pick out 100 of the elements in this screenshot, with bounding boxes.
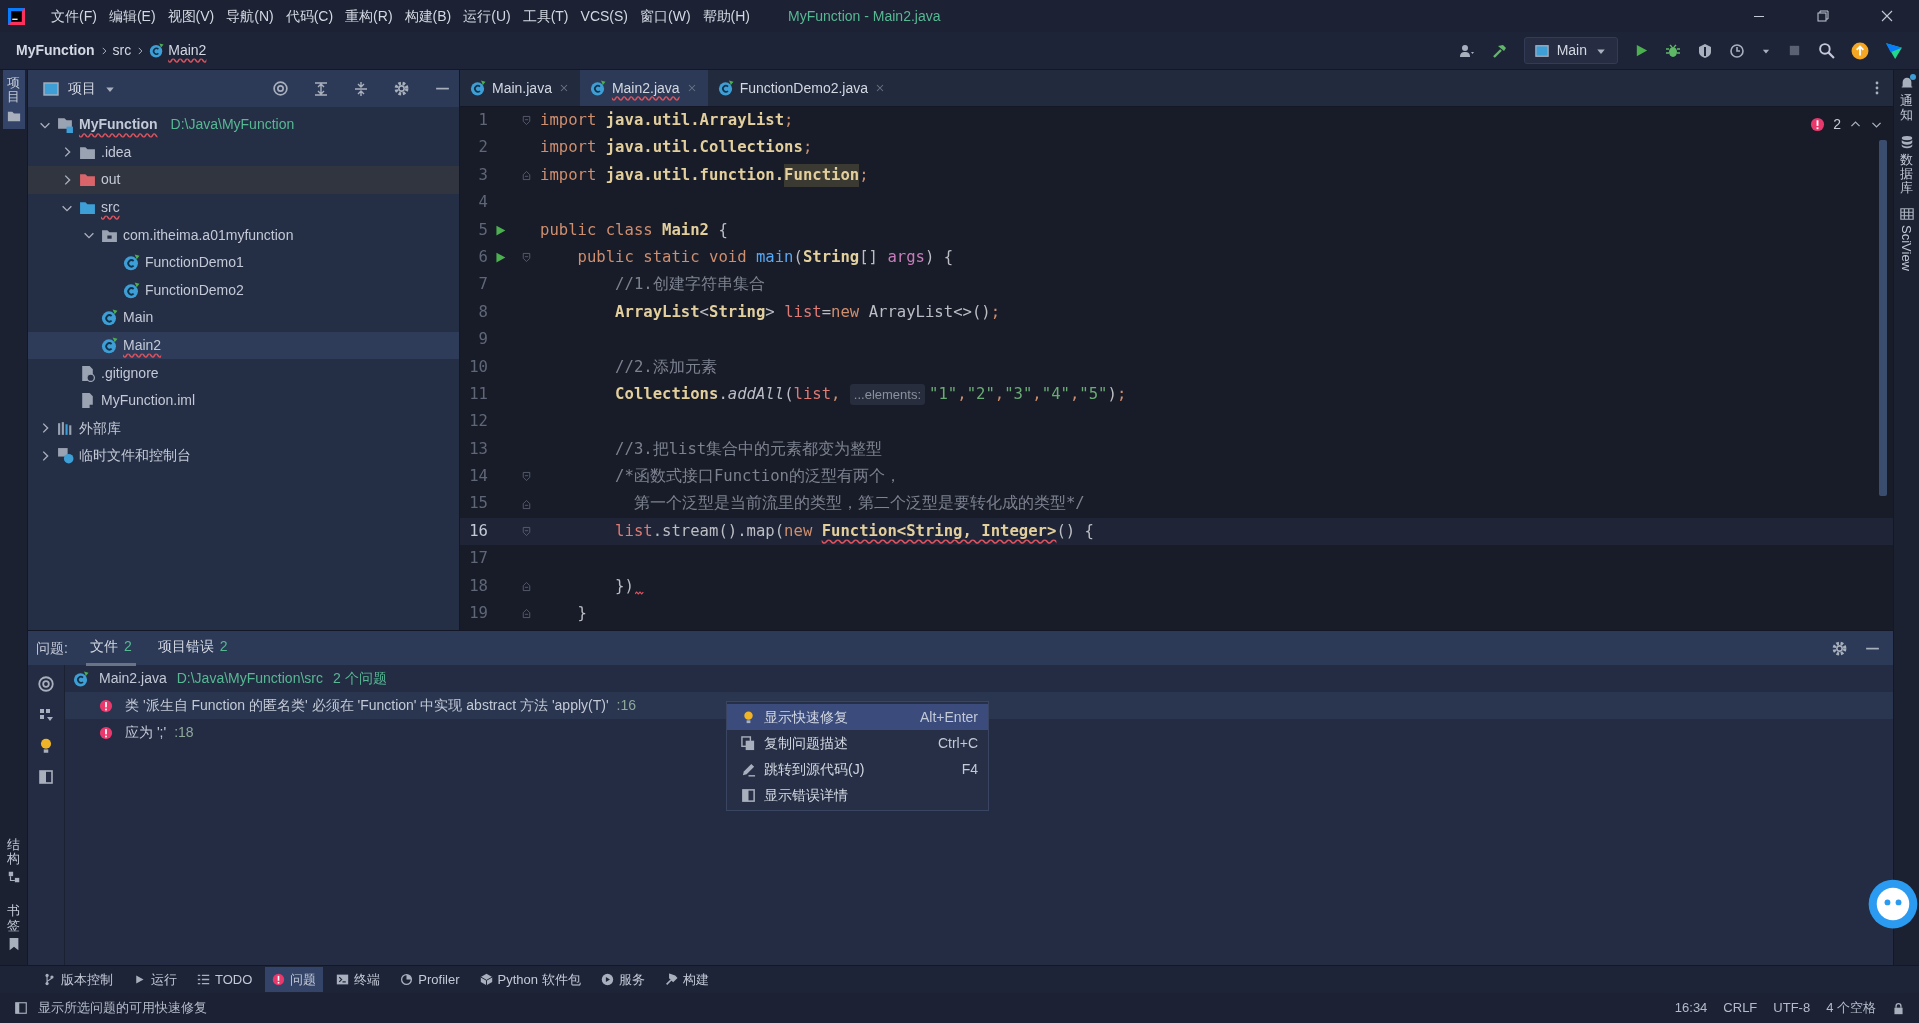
code-line: //3.把list集合中的元素都变为整型 — [614, 438, 883, 460]
tree-item[interactable]: com.itheima.a01myfunction — [28, 221, 459, 249]
tool-window-tab[interactable]: 结构 — [2, 831, 25, 891]
code-line: } — [576, 603, 587, 625]
menu-item[interactable]: 运行(U) — [457, 3, 517, 29]
breadcrumb[interactable]: MyFunction — [16, 40, 95, 61]
tool-window-button[interactable]: 终端 — [329, 966, 388, 993]
code-line: public static void main(String[] args) { — [576, 246, 954, 268]
status-item[interactable]: CRLF — [1723, 998, 1758, 1018]
tool-window-button[interactable]: 构建 — [657, 966, 716, 993]
lock-icon[interactable] — [1892, 1001, 1905, 1015]
error-icon — [99, 698, 113, 713]
tree-item[interactable]: FunctionDemo1 — [28, 248, 459, 277]
menu-item[interactable]: 重构(R) — [339, 3, 399, 29]
status-item[interactable]: 4 个空格 — [1826, 998, 1876, 1018]
tool-window-button[interactable]: 版本控制 — [36, 966, 120, 993]
line-number: 3 — [477, 164, 488, 186]
status-item[interactable]: 16:34 — [1674, 998, 1708, 1018]
tree-item[interactable]: Main2 — [28, 331, 459, 360]
hammer-icon[interactable] — [1491, 42, 1508, 59]
editor-tab[interactable]: Main.java — [460, 70, 580, 106]
tool-window-button[interactable]: Python 软件包 — [472, 966, 588, 993]
clock-icon[interactable] — [1729, 42, 1745, 59]
locate-icon[interactable] — [272, 80, 289, 97]
menu-item[interactable]: VCS(S) — [574, 3, 634, 29]
close-icon[interactable] — [1879, 8, 1895, 24]
expand-all-icon[interactable] — [313, 80, 329, 97]
class-icon — [123, 254, 140, 272]
shield-icon[interactable] — [1697, 42, 1713, 59]
class-icon — [470, 80, 486, 96]
tool-window-button[interactable]: 运行 — [126, 966, 184, 993]
toolbox-icon[interactable] — [1885, 41, 1903, 60]
tree-item[interactable]: out — [28, 166, 459, 194]
menu-item[interactable]: 显示快速修复 Alt+Enter — [727, 704, 988, 730]
menu-item[interactable]: 窗口(W) — [634, 3, 697, 29]
code-line: list.stream().map(new Function<String, Integer>() { — [614, 520, 1094, 542]
run-icon[interactable] — [493, 223, 507, 237]
settings-icon[interactable] — [393, 80, 410, 97]
target-icon[interactable] — [37, 675, 55, 693]
tree-item[interactable]: .gitignore — [28, 359, 459, 387]
stop-icon[interactable] — [1787, 43, 1802, 58]
editor-tab[interactable]: Main2.java — [579, 70, 708, 106]
menu-item[interactable]: 视图(V) — [161, 3, 221, 29]
update-icon[interactable] — [1851, 41, 1869, 60]
menu-item[interactable]: 导航(N) — [220, 3, 280, 29]
pencil-icon — [741, 761, 756, 777]
menu-item[interactable]: 文件(F) — [45, 3, 103, 29]
menu-item[interactable]: 编辑(E) — [102, 3, 162, 29]
tree-item[interactable]: Main — [28, 304, 459, 332]
problems-tab[interactable]: 项目错误 2 — [153, 630, 232, 666]
grid-icon[interactable] — [38, 707, 54, 723]
menu-item[interactable]: 代码(C) — [279, 3, 340, 29]
tree-item[interactable]: FunctionDemo2 — [28, 276, 459, 305]
tree-item[interactable]: MyFunction D:\Java\MyFunction — [28, 111, 459, 139]
run-icon[interactable] — [493, 251, 507, 265]
tree-item[interactable]: 外部库 — [28, 414, 459, 443]
tool-window-tab[interactable]: 数据库 — [1895, 128, 1918, 202]
menu-item[interactable]: 构建(B) — [398, 3, 458, 29]
tree-item[interactable]: 临时文件和控制台 — [28, 442, 459, 470]
line-number: 12 — [468, 411, 488, 433]
menu-item[interactable]: 复制问题描述 Ctrl+C — [727, 730, 988, 756]
breadcrumb[interactable]: src — [112, 40, 132, 61]
settings-icon[interactable] — [1831, 639, 1848, 657]
tool-window-tab[interactable]: 项目 — [2, 70, 25, 129]
restore-icon[interactable] — [1815, 8, 1831, 24]
menu-item[interactable]: 显示错误详情 — [727, 782, 988, 808]
chat-bubble-icon[interactable] — [1867, 878, 1919, 930]
scrollbar-thumb[interactable] — [1879, 140, 1887, 496]
problem-file-row[interactable]: Main2.java D:\Java\MyFunction\src 2 个问题 — [65, 665, 1893, 692]
status-item[interactable]: UTF-8 — [1773, 998, 1811, 1018]
layout-icon[interactable] — [14, 1001, 28, 1015]
editor-tab[interactable]: FunctionDemo2.java — [707, 70, 897, 106]
tree-item[interactable]: src — [28, 193, 459, 222]
tool-window-button[interactable]: TODO — [190, 966, 260, 993]
run-icon[interactable] — [1634, 43, 1649, 58]
project-view-dropdown[interactable]: 项目 — [36, 77, 122, 100]
tool-window-tab[interactable]: 书签 — [2, 898, 25, 957]
run-configuration-dropdown[interactable]: Main — [1523, 37, 1618, 64]
bug-icon[interactable] — [1665, 42, 1681, 59]
tool-window-tab[interactable]: 通知 — [1895, 70, 1918, 129]
menu-item[interactable]: 跳转到源代码(J) F4 — [727, 756, 988, 782]
tool-window-button[interactable]: 服务 — [593, 966, 652, 993]
collapse-all-icon[interactable] — [353, 80, 369, 97]
user-icon[interactable] — [1457, 42, 1476, 59]
breadcrumb[interactable]: Main2 — [168, 40, 207, 61]
panel-icon[interactable] — [38, 769, 54, 785]
cube-icon — [479, 973, 493, 986]
line-number: 19 — [468, 603, 488, 625]
menu-item[interactable]: 帮助(H) — [696, 3, 756, 29]
class-icon — [149, 43, 165, 58]
problems-tab[interactable]: 文件 2 — [85, 630, 136, 666]
menu-item[interactable]: 工具(T) — [516, 3, 575, 29]
tree-item[interactable]: MyFunction.iml — [28, 386, 459, 415]
search-icon[interactable] — [1818, 42, 1835, 59]
line-number: 14 — [468, 466, 488, 488]
tool-window-button[interactable]: Profiler — [393, 966, 467, 993]
problem-row[interactable]: 应为 ';' :18 — [99, 722, 194, 743]
tool-window-button[interactable]: 问题 — [265, 966, 324, 993]
tree-item[interactable]: .idea — [28, 138, 459, 167]
tool-window-tab[interactable]: SciView — [1892, 201, 1919, 278]
